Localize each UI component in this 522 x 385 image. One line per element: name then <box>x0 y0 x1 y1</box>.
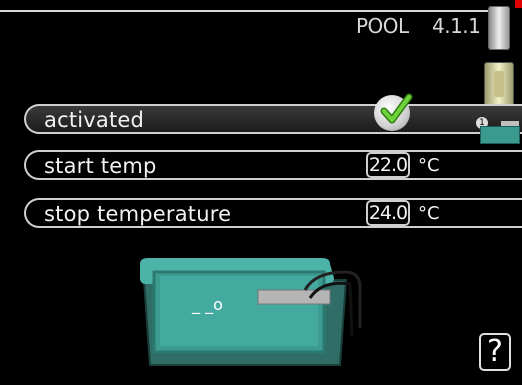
row-start-temp[interactable]: start temp <box>24 150 522 180</box>
stop-temp-value[interactable]: 24.0 <box>366 200 410 226</box>
row-label: activated <box>44 108 145 132</box>
scroll-up-icon[interactable] <box>488 6 510 50</box>
mini-pool-icon <box>480 121 520 144</box>
row-stop-temperature[interactable]: stop temperature <box>24 198 522 228</box>
menu-number: 4.1.1 <box>432 14 481 38</box>
header-divider <box>0 10 350 12</box>
row-activated[interactable]: activated <box>24 104 522 134</box>
pool-thermometer-text: _ _o <box>191 295 223 315</box>
scroll-knob-icon[interactable] <box>484 62 514 106</box>
start-temp-value[interactable]: 22.0 <box>366 152 410 178</box>
row-label: start temp <box>44 154 157 178</box>
row-label: stop temperature <box>44 202 232 226</box>
header-divider-right <box>350 10 490 12</box>
checkbox-checked-icon[interactable] <box>374 93 413 131</box>
start-temp-unit: °C <box>418 155 440 176</box>
menu-title: POOL <box>356 14 409 38</box>
help-button[interactable]: ? <box>479 333 511 371</box>
alert-indicator <box>515 0 522 8</box>
pool-illustration-icon: _ _o <box>140 258 362 366</box>
stop-temp-unit: °C <box>418 203 440 224</box>
